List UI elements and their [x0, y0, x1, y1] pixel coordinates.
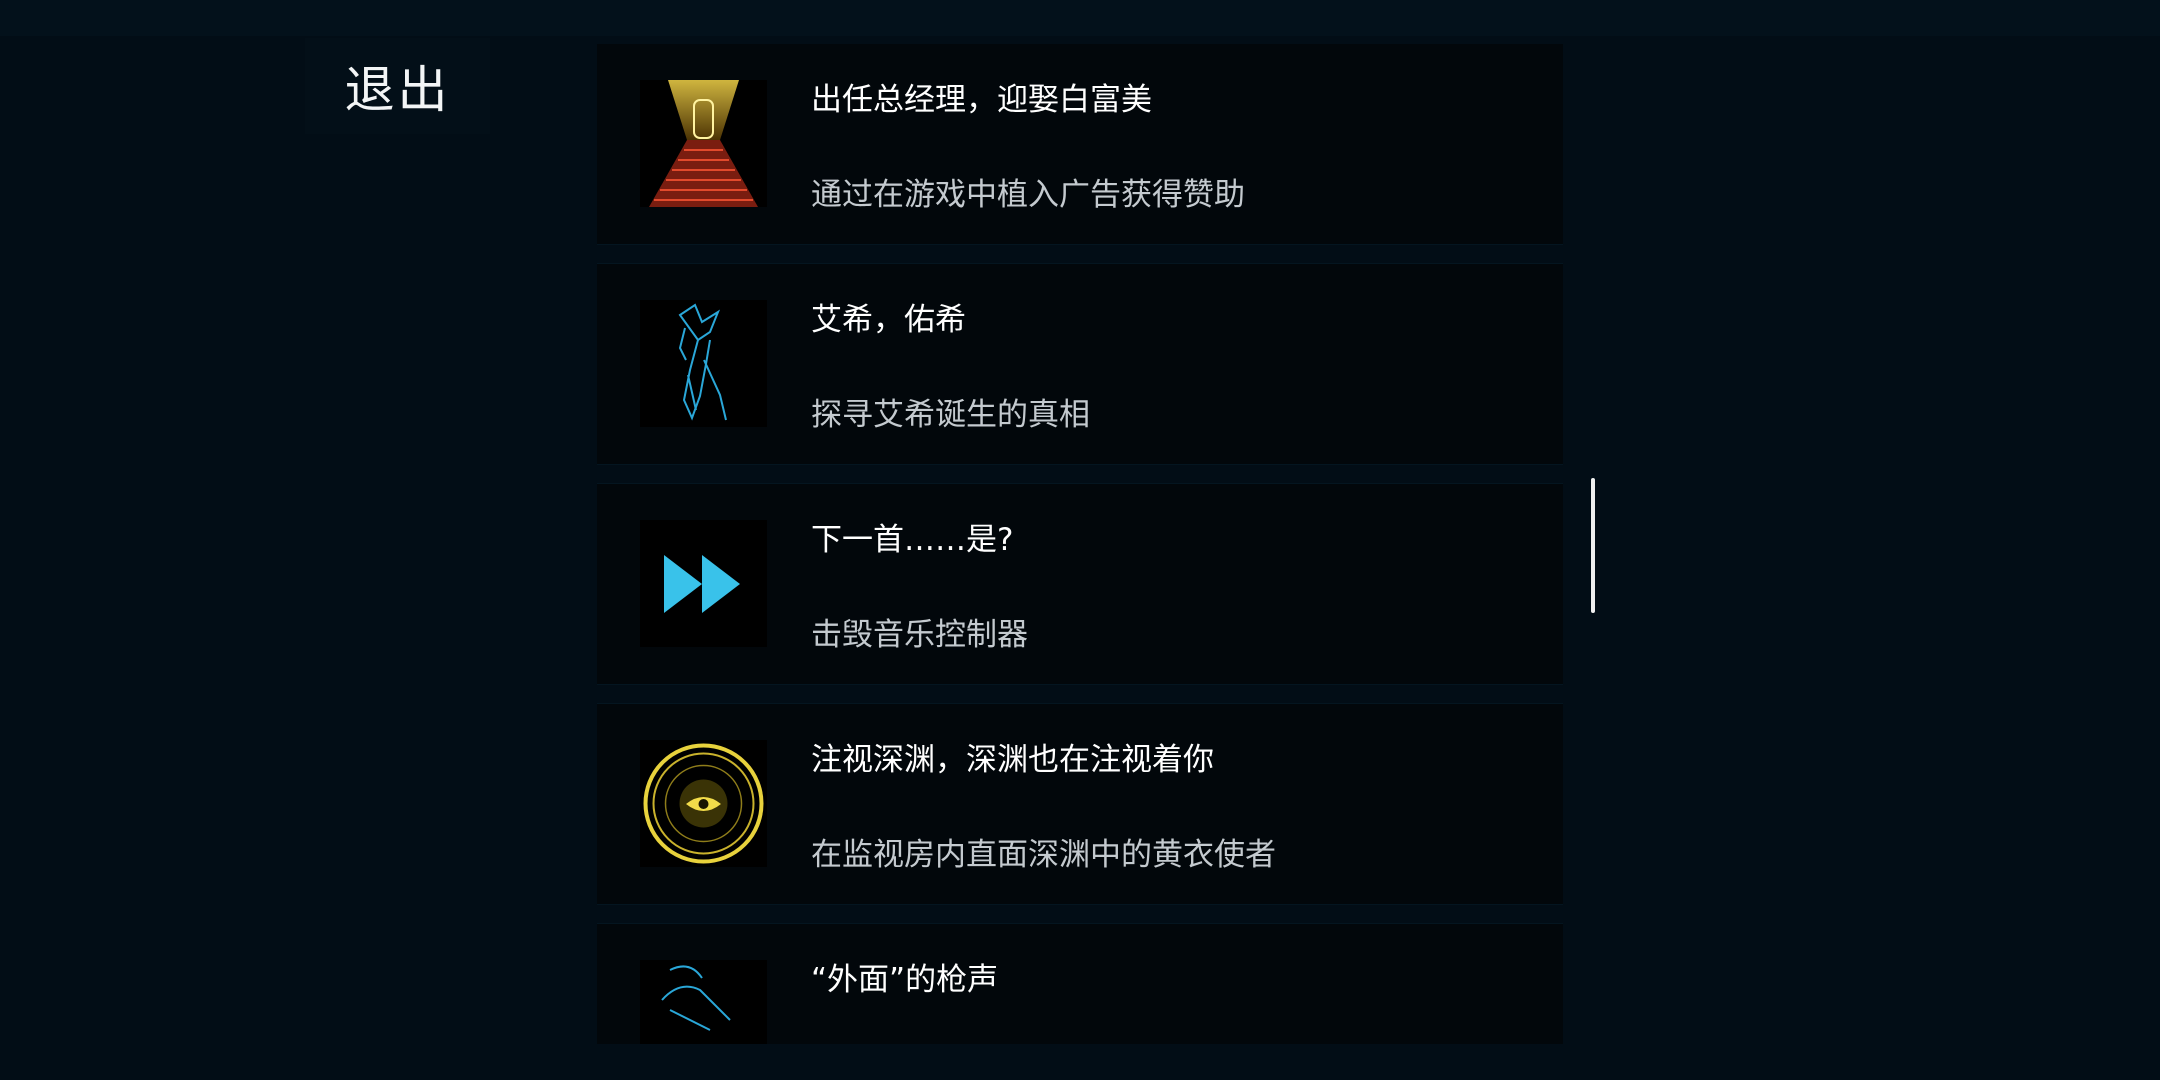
achievement-title: 出任总经理，迎娶白富美	[811, 82, 1152, 118]
blue-figure-icon	[640, 960, 767, 1044]
blue-sword-icon	[640, 300, 767, 427]
top-bar	[0, 0, 2160, 36]
achievement-description: 击毁音乐控制器	[811, 617, 1028, 653]
achievement-title: 艾希，佑希	[811, 302, 966, 338]
achievements-screen: 退出 出任总经理，迎娶白富美 通过在游戏中植入广告获得赞助 艾希，佑希 探寻艾希…	[0, 0, 2160, 1080]
achievement-title: “外面”的枪声	[811, 962, 999, 998]
golden-corridor-icon	[640, 80, 767, 207]
achievement-title: 下一首……是?	[811, 522, 1014, 558]
achievement-card[interactable]: “外面”的枪声	[597, 924, 1563, 1044]
exit-button[interactable]: 退出	[305, 38, 490, 134]
achievement-description: 在监视房内直面深渊中的黄衣使者	[811, 837, 1276, 873]
achievement-title: 注视深渊，深渊也在注视着你	[811, 742, 1214, 778]
achievement-card[interactable]: 出任总经理，迎娶白富美 通过在游戏中植入广告获得赞助	[597, 44, 1563, 244]
achievement-card[interactable]: 下一首……是? 击毁音乐控制器	[597, 484, 1563, 684]
scrollbar[interactable]	[1591, 478, 1595, 613]
achievement-card[interactable]: 注视深渊，深渊也在注视着你 在监视房内直面深渊中的黄衣使者	[597, 704, 1563, 904]
achievement-description: 探寻艾希诞生的真相	[811, 397, 1090, 433]
achievement-card[interactable]: 艾希，佑希 探寻艾希诞生的真相	[597, 264, 1563, 464]
achievement-list[interactable]: 出任总经理，迎娶白富美 通过在游戏中植入广告获得赞助 艾希，佑希 探寻艾希诞生的…	[597, 44, 1563, 1044]
achievement-description: 通过在游戏中植入广告获得赞助	[811, 177, 1245, 213]
eye-seal-icon	[640, 740, 767, 867]
fast-forward-icon	[640, 520, 767, 647]
